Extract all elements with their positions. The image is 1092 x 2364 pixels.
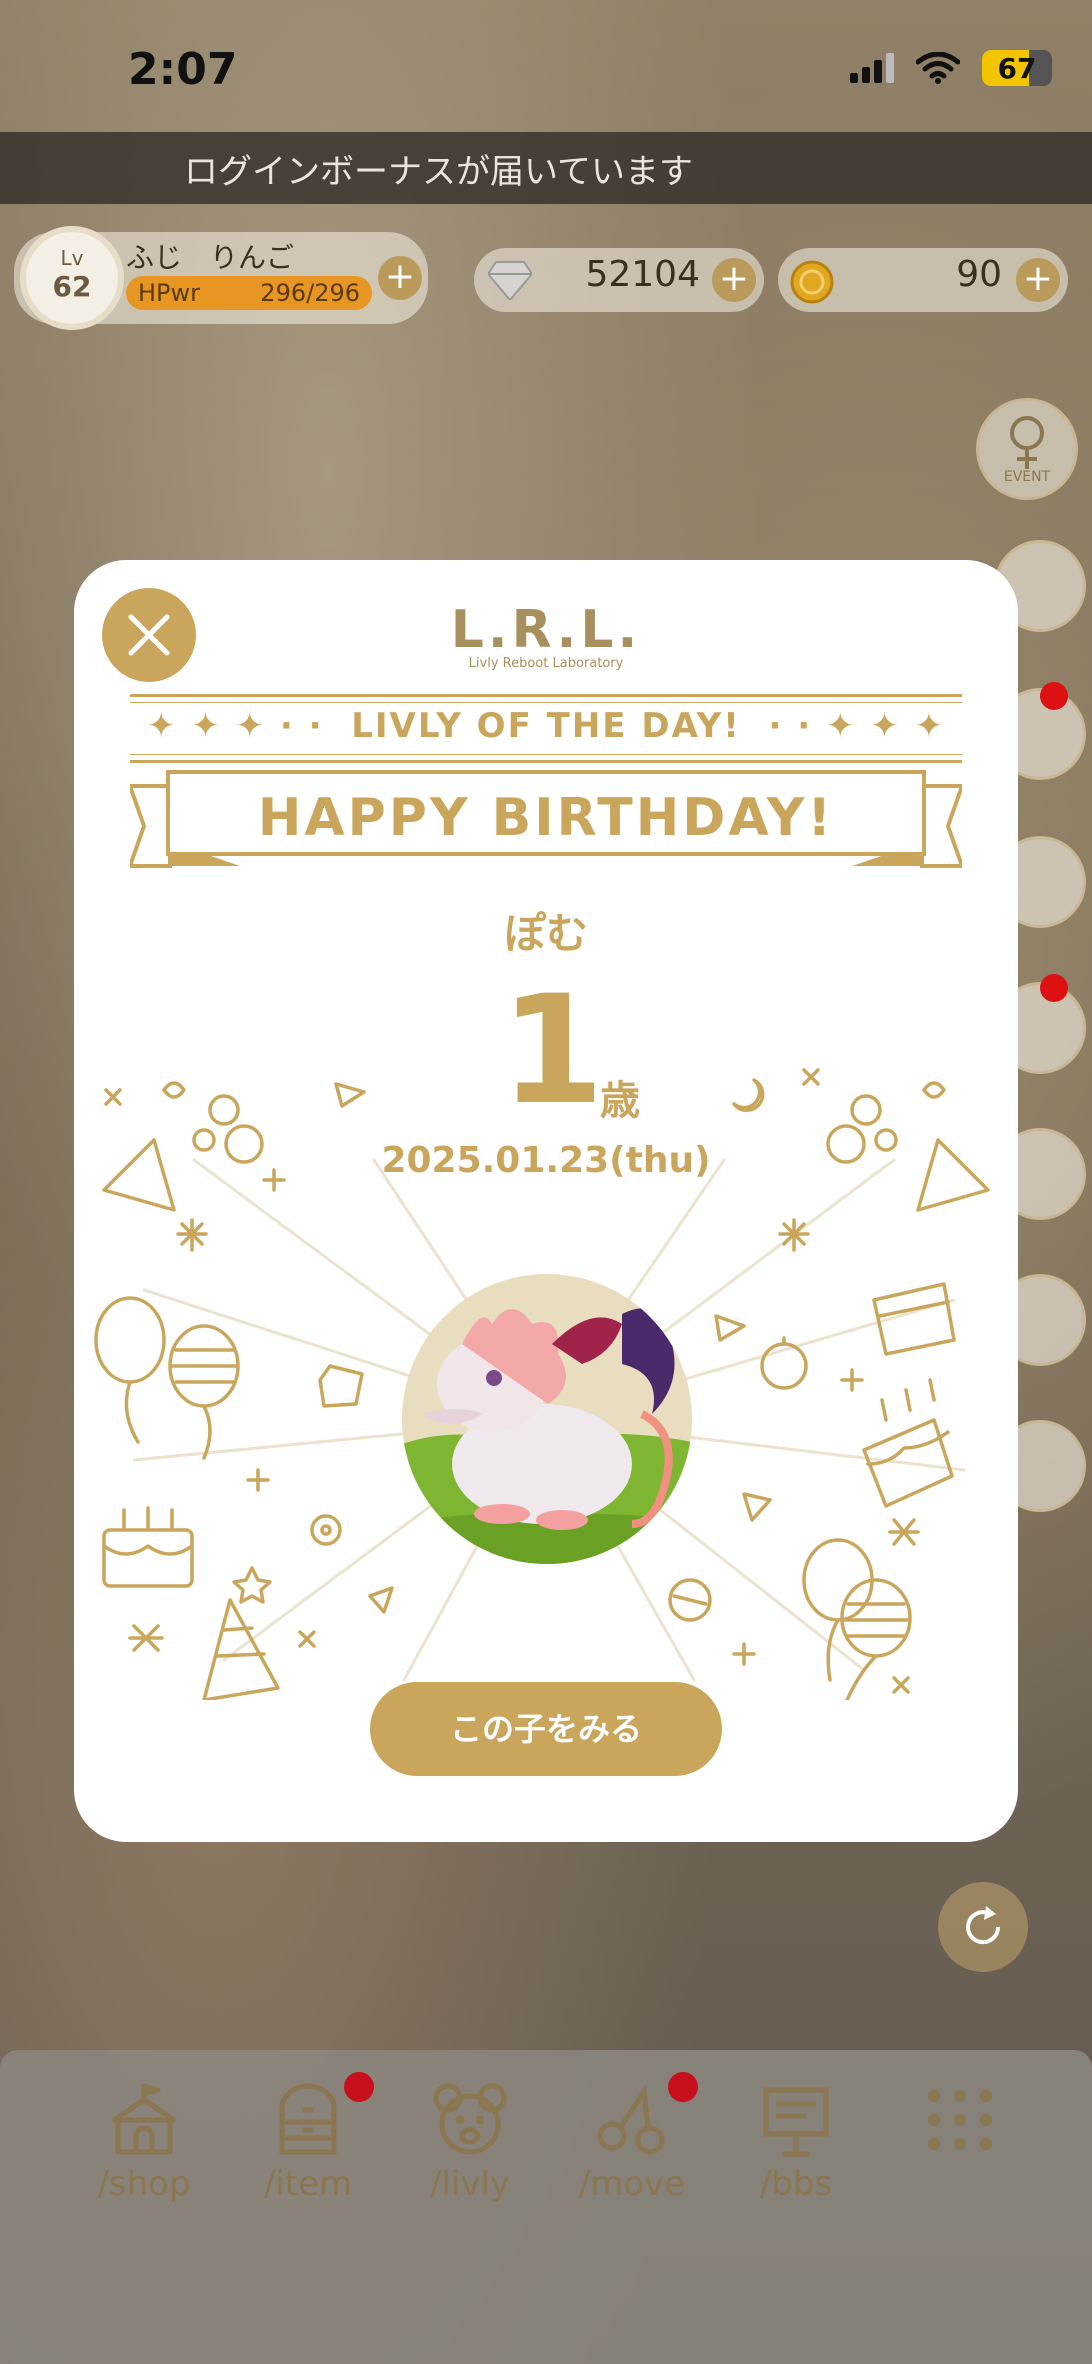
drawer-icon	[279, 2083, 337, 2155]
pet-portrait	[402, 1274, 692, 1564]
signal-icon	[850, 53, 894, 83]
login-bonus-text: ログインボーナスが届いています	[184, 151, 693, 192]
move-icon	[597, 2084, 665, 2155]
add-coins-button[interactable]: +	[1016, 258, 1060, 302]
pet-name: ぽむ	[503, 909, 588, 958]
view-livly-button[interactable]: この子をみる	[370, 1682, 722, 1776]
livly-of-the-day-heading: ✦ ✦ ✦ · · LIVLY OF THE DAY! · · ✦ ✦ ✦	[146, 706, 946, 746]
heart-icon	[162, 1081, 186, 1099]
coin-icon	[790, 260, 834, 304]
cake-icon	[102, 1506, 194, 1588]
status-icons: 67	[850, 50, 1052, 86]
grid-menu-icon	[928, 2090, 992, 2150]
level-badge: Lv 62	[20, 226, 124, 330]
hp-bar: HPwr 296/296	[126, 276, 372, 310]
wifi-icon	[916, 52, 960, 84]
striped-balloon-icon	[168, 1324, 240, 1460]
gem-count: 52104	[585, 254, 700, 295]
nav-bbs[interactable]: /bbs	[716, 2080, 876, 2204]
divider	[130, 702, 962, 703]
item-notification-dot	[344, 2072, 374, 2102]
tent-icon	[111, 2083, 177, 2155]
happy-birthday-headline: HAPPY BIRTHDAY!	[257, 788, 835, 848]
refresh-icon	[966, 1906, 1001, 1945]
cake-icon	[862, 1378, 954, 1508]
heart-icon	[922, 1081, 946, 1099]
gem-doodle-icon	[318, 1364, 364, 1408]
party-hat-icon	[102, 1138, 176, 1212]
divider	[130, 760, 962, 763]
refresh-button[interactable]	[938, 1882, 1028, 1972]
bear-face-icon	[433, 2083, 507, 2155]
party-hat-icon	[916, 1138, 990, 1212]
sparkle-left-icon: ✦ ✦ ✦ · ·	[146, 706, 352, 746]
hp-label: HPwr	[138, 279, 201, 307]
hp-value: 296/296	[260, 279, 360, 307]
notification-dot	[1040, 974, 1068, 1002]
status-time: 2:07	[128, 44, 238, 95]
moon-icon	[732, 1078, 765, 1112]
add-hp-button[interactable]: +	[378, 256, 422, 300]
party-hat-icon	[202, 1598, 280, 1700]
divider	[130, 754, 962, 755]
player-name: ふじ りんご	[126, 241, 295, 274]
balloon-icon	[94, 1296, 166, 1444]
nav-menu[interactable]	[880, 2080, 1040, 2164]
flower-icon	[826, 1094, 898, 1164]
balloon-icon	[802, 1538, 874, 1682]
venus-icon	[1010, 416, 1044, 469]
birthday-modal: L.R.L. Livly Reboot Laboratory ✦ ✦ ✦ · ·…	[74, 560, 1018, 1842]
move-notification-dot	[668, 2072, 698, 2102]
livly-pet-image	[402, 1274, 692, 1564]
coin-count: 90	[956, 254, 1002, 295]
sparkle-right-icon: · · ✦ ✦ ✦	[740, 706, 946, 746]
battery-indicator: 67	[982, 50, 1052, 86]
add-gems-button[interactable]: +	[712, 258, 756, 302]
divider	[130, 694, 962, 697]
notification-dot	[1040, 682, 1068, 710]
bottom-nav: /shop /item /livly /move /bbs	[0, 2050, 1092, 2364]
event-button[interactable]: EVENT	[976, 398, 1078, 500]
board-icon	[763, 2087, 829, 2157]
login-bonus-banner[interactable]: ログインボーナスが届いています	[0, 132, 1092, 204]
nav-shop[interactable]: /shop	[64, 2080, 224, 2204]
nav-livly[interactable]: /livly	[390, 2080, 550, 2204]
star-icon	[232, 1566, 272, 1604]
flower-icon	[192, 1094, 264, 1164]
lrl-logo: L.R.L. Livly Reboot Laboratory	[450, 600, 642, 671]
diamond-icon	[488, 261, 532, 300]
